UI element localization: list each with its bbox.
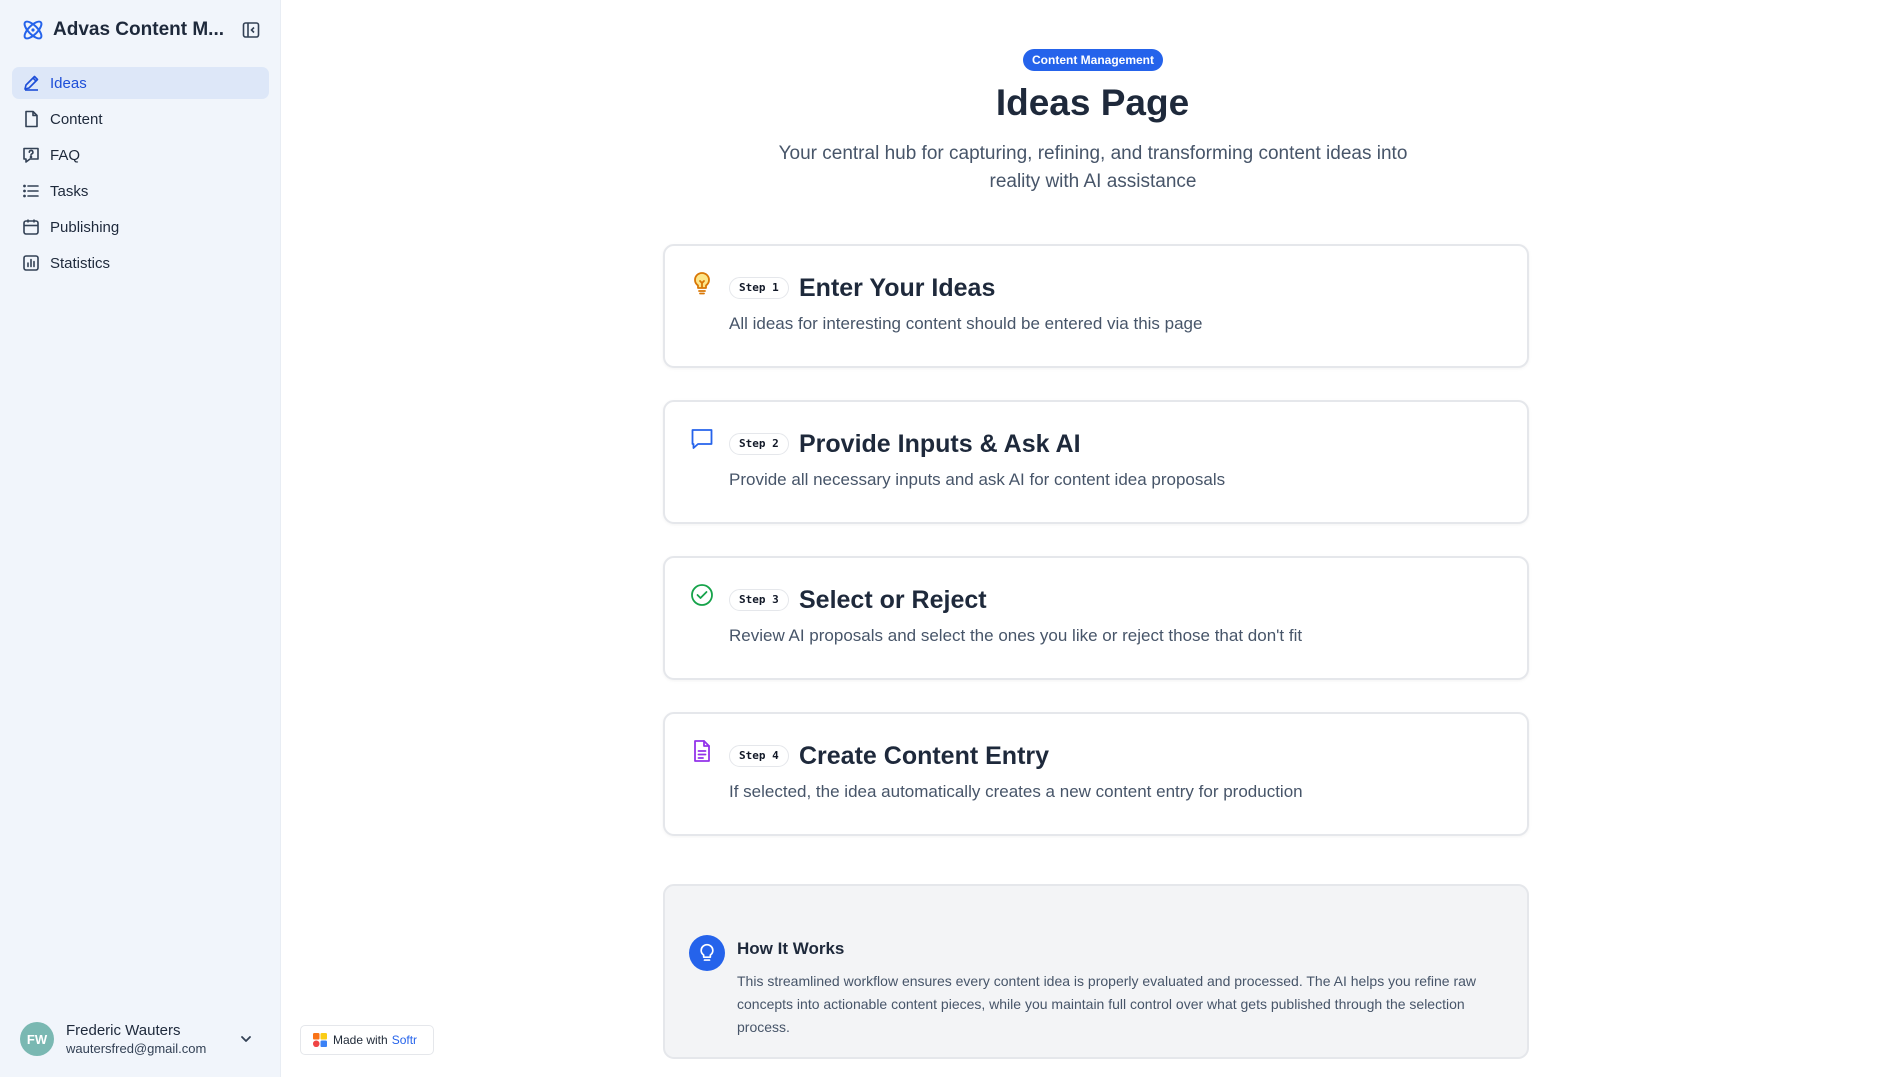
step-badge: Step 4	[729, 745, 789, 767]
step-card-4: Step 4 Create Content Entry If selected,…	[663, 712, 1529, 836]
sidebar-item-publishing[interactable]: Publishing	[12, 211, 269, 243]
step-description: If selected, the idea automatically crea…	[729, 782, 1303, 801]
info-text: This streamlined workflow ensures every …	[737, 973, 1477, 1035]
main-content: Content Management Ideas Page Your centr…	[281, 0, 1904, 1077]
file-icon	[21, 109, 41, 129]
step-title: Select or Reject	[799, 586, 987, 614]
step-badge: Step 2	[729, 433, 789, 455]
chevron-down-icon[interactable]	[236, 1029, 256, 1049]
message-question-icon	[21, 145, 41, 165]
step-description: Provide all necessary inputs and ask AI …	[729, 470, 1226, 489]
sidebar-item-faq[interactable]: FAQ	[12, 139, 269, 171]
lightbulb-icon	[689, 935, 725, 971]
step-badge: Step 3	[729, 589, 789, 611]
sidebar: Advas Content M... Ideas Content FAQ Tas…	[0, 0, 281, 1077]
app-title: Advas Content M...	[53, 19, 225, 40]
sidebar-collapse-icon	[242, 22, 260, 38]
check-circle-icon	[689, 582, 715, 608]
category-tag: Content Management	[1023, 49, 1164, 71]
atom-logo-icon	[20, 17, 46, 43]
brand[interactable]: Advas Content M...	[20, 17, 262, 43]
step-title: Provide Inputs & Ask AI	[799, 430, 1081, 458]
step-badge: Step 1	[729, 277, 789, 299]
user-menu[interactable]: FW Frederic Wauters wautersfred@gmail.co…	[20, 1019, 262, 1059]
pencil-icon	[21, 73, 41, 93]
info-title: How It Works	[737, 939, 845, 958]
sidebar-item-tasks[interactable]: Tasks	[12, 175, 269, 207]
step-card-3: Step 3 Select or Reject Review AI propos…	[663, 556, 1529, 680]
sidebar-item-statistics[interactable]: Statistics	[12, 247, 269, 279]
page-subtitle: Your central hub for capturing, refining…	[778, 143, 1408, 192]
sidebar-item-content[interactable]: Content	[12, 103, 269, 135]
sidebar-item-label: Tasks	[50, 182, 89, 200]
list-icon	[21, 181, 41, 201]
sidebar-item-label: Statistics	[50, 254, 111, 272]
lightbulb-icon	[689, 270, 715, 296]
sidebar-item-label: Publishing	[50, 218, 120, 236]
user-name: Frederic Wauters	[66, 1021, 181, 1039]
user-email: wautersfred@gmail.com	[66, 1040, 207, 1056]
sidebar-nav: Ideas Content FAQ Tasks Publishing Stati…	[12, 67, 269, 283]
sidebar-item-label: Content	[50, 110, 103, 128]
document-icon	[689, 738, 715, 764]
sidebar-item-label: FAQ	[50, 146, 81, 164]
collapse-sidebar-button[interactable]	[240, 19, 262, 41]
sidebar-item-ideas[interactable]: Ideas	[12, 67, 269, 99]
step-card-1: Step 1 Enter Your Ideas All ideas for in…	[663, 244, 1529, 368]
user-info: Frederic Wauters wautersfred@gmail.com	[66, 1022, 206, 1057]
avatar: FW	[20, 1022, 54, 1056]
step-description: All ideas for interesting content should…	[729, 314, 1203, 333]
chat-bubble-icon	[689, 426, 715, 452]
page-title: Ideas Page	[995, 82, 1190, 123]
step-description: Review AI proposals and select the ones …	[729, 626, 1303, 645]
step-title: Create Content Entry	[799, 742, 1050, 770]
sidebar-item-label: Ideas	[50, 74, 87, 92]
calendar-icon	[21, 217, 41, 237]
step-card-2: Step 2 Provide Inputs & Ask AI Provide a…	[663, 400, 1529, 524]
step-title: Enter Your Ideas	[799, 274, 996, 302]
how-it-works-panel: How It Works This streamlined workflow e…	[663, 884, 1529, 1059]
bar-chart-icon	[21, 253, 41, 273]
